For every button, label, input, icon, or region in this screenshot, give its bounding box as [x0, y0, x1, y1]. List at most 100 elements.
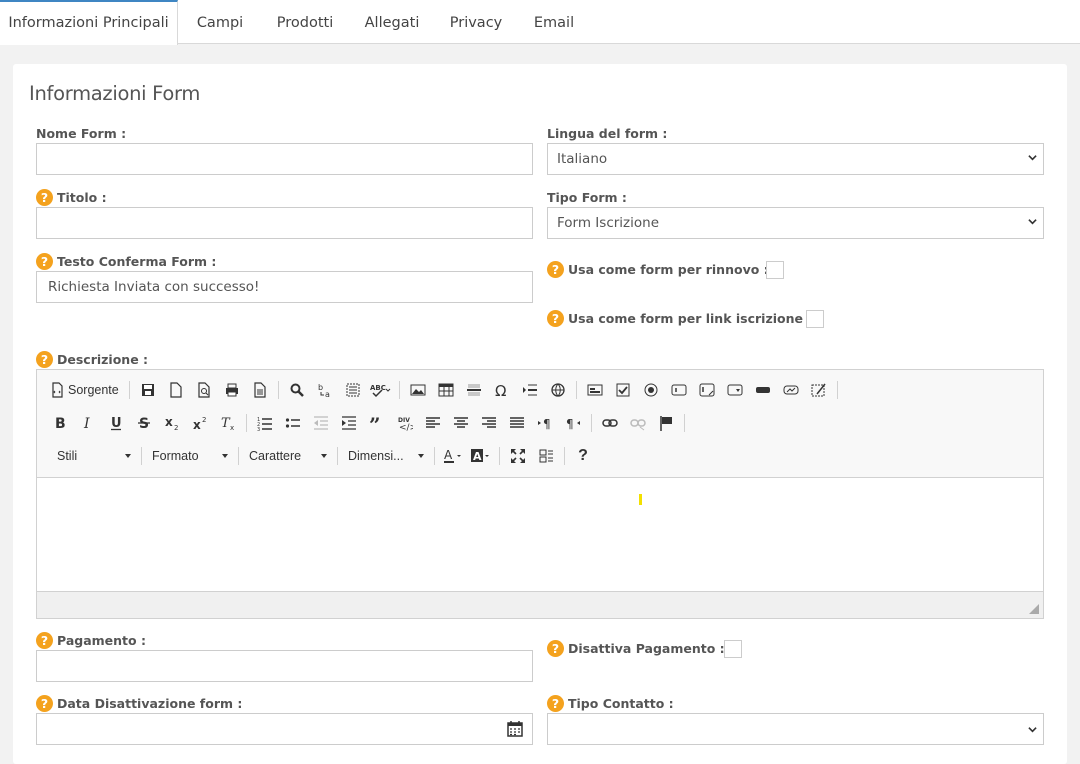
tipo-contatto-select[interactable]	[547, 713, 1044, 745]
tab-campi[interactable]: Campi	[188, 0, 252, 44]
tab-privacy[interactable]: Privacy	[443, 0, 509, 44]
special-char-button[interactable]: Ω	[491, 379, 513, 401]
hidden-field-button[interactable]	[808, 379, 830, 401]
table-button[interactable]	[435, 379, 457, 401]
image-button[interactable]	[407, 379, 429, 401]
radio-button[interactable]	[640, 379, 662, 401]
image-icon	[410, 384, 426, 396]
help-icon[interactable]: ?	[547, 261, 564, 278]
ltr-button[interactable]: ¶	[534, 412, 556, 434]
bg-color-button[interactable]: A	[470, 445, 492, 467]
tab-allegati[interactable]: Allegati	[358, 0, 426, 44]
help-icon[interactable]: ?	[36, 695, 53, 712]
bold-icon: B	[55, 416, 66, 431]
tab-email[interactable]: Email	[527, 0, 581, 44]
source-button[interactable]: Sorgente	[46, 379, 122, 401]
link-button[interactable]	[599, 412, 621, 434]
new-page-button[interactable]	[165, 379, 187, 401]
help-icon[interactable]: ?	[547, 695, 564, 712]
form-button[interactable]	[584, 379, 606, 401]
chevron-down-icon	[125, 454, 131, 458]
superscript-button[interactable]: x2	[189, 412, 211, 434]
underline-button[interactable]: U	[105, 412, 127, 434]
help-icon[interactable]: ?	[36, 253, 53, 270]
help-icon[interactable]: ?	[36, 189, 53, 206]
tipo-form-select[interactable]: Form Iscrizione	[547, 207, 1044, 239]
font-combo[interactable]: Carattere	[243, 445, 333, 467]
disattiva-pagamento-checkbox[interactable]	[724, 640, 742, 658]
titolo-input[interactable]	[36, 207, 533, 239]
text-field-button[interactable]	[668, 379, 690, 401]
anchor-button[interactable]	[655, 412, 677, 434]
div-container-button[interactable]: DIV</>	[394, 412, 416, 434]
page-break-button[interactable]	[519, 379, 541, 401]
tab-prodotti[interactable]: Prodotti	[268, 0, 342, 44]
justify-button[interactable]	[506, 412, 528, 434]
text-field-icon	[671, 384, 687, 396]
globe-icon	[551, 383, 565, 397]
subscript-button[interactable]: x2	[161, 412, 183, 434]
testo-conferma-input[interactable]: Richiesta Inviata con successo!	[36, 271, 533, 303]
text-color-button[interactable]: A	[442, 445, 464, 467]
div-container-icon: DIV</>	[398, 417, 413, 431]
svg-text:b: b	[318, 383, 323, 392]
select-all-button[interactable]	[342, 379, 364, 401]
nome-form-input[interactable]	[36, 143, 533, 175]
maximize-button[interactable]	[507, 445, 529, 467]
size-combo[interactable]: Dimensi...	[342, 445, 430, 467]
link-iscrizione-checkbox[interactable]	[806, 310, 824, 328]
indent-button[interactable]	[338, 412, 360, 434]
remove-format-button[interactable]: Tx	[217, 412, 239, 434]
styles-combo[interactable]: Stili	[43, 445, 137, 467]
checkbox-button[interactable]	[612, 379, 634, 401]
tab-informazioni-principali[interactable]: Informazioni Principali	[0, 0, 178, 45]
unlink-button[interactable]	[627, 412, 649, 434]
spellcheck-button[interactable]: ABC	[370, 379, 392, 401]
nome-form-label: Nome Form :	[36, 126, 127, 141]
strike-button[interactable]: S	[133, 412, 155, 434]
hidden-field-icon	[811, 383, 826, 397]
textarea-button[interactable]	[696, 379, 718, 401]
replace-button[interactable]: ba	[314, 379, 336, 401]
data-disattivazione-input[interactable]	[36, 713, 533, 745]
preview-button[interactable]	[193, 379, 215, 401]
horizontal-line-button[interactable]	[463, 379, 485, 401]
help-button[interactable]: ?	[572, 445, 594, 467]
align-left-button[interactable]	[422, 412, 444, 434]
italic-button[interactable]: I	[77, 412, 99, 434]
numbered-list-button[interactable]: 123	[254, 412, 276, 434]
iframe-button[interactable]	[547, 379, 569, 401]
format-combo[interactable]: Formato	[146, 445, 234, 467]
outdent-button[interactable]	[310, 412, 332, 434]
select-field-button[interactable]	[724, 379, 746, 401]
resize-handle-icon[interactable]	[1029, 604, 1039, 614]
pagamento-input[interactable]	[36, 650, 533, 682]
help-icon[interactable]: ?	[547, 310, 564, 327]
rtl-button[interactable]: ¶	[562, 412, 584, 434]
lingua-select[interactable]: Italiano	[547, 143, 1044, 175]
help-icon[interactable]: ?	[547, 640, 564, 657]
bulleted-list-button[interactable]	[282, 412, 304, 434]
find-button[interactable]	[286, 379, 308, 401]
save-button[interactable]	[137, 379, 159, 401]
svg-text:2: 2	[174, 424, 178, 431]
blockquote-button[interactable]: ”	[366, 412, 388, 434]
styles-combo-label: Stili	[57, 449, 78, 463]
print-button[interactable]	[221, 379, 243, 401]
help-icon[interactable]: ?	[36, 351, 53, 368]
align-center-button[interactable]	[450, 412, 472, 434]
align-right-button[interactable]	[478, 412, 500, 434]
svg-text:U: U	[111, 416, 122, 431]
toolbar-separator	[128, 381, 130, 399]
bold-button[interactable]: B	[49, 412, 71, 434]
show-blocks-button[interactable]	[535, 445, 557, 467]
editor-content-area[interactable]	[37, 478, 1043, 591]
calendar-icon[interactable]	[507, 721, 523, 737]
help-icon[interactable]: ?	[36, 632, 53, 649]
image-button-field-button[interactable]	[780, 379, 802, 401]
rinnovo-checkbox[interactable]	[766, 261, 784, 279]
svg-text:A: A	[444, 448, 453, 462]
button-field-button[interactable]	[752, 379, 774, 401]
templates-button[interactable]	[249, 379, 271, 401]
svg-text:I: I	[83, 416, 90, 431]
